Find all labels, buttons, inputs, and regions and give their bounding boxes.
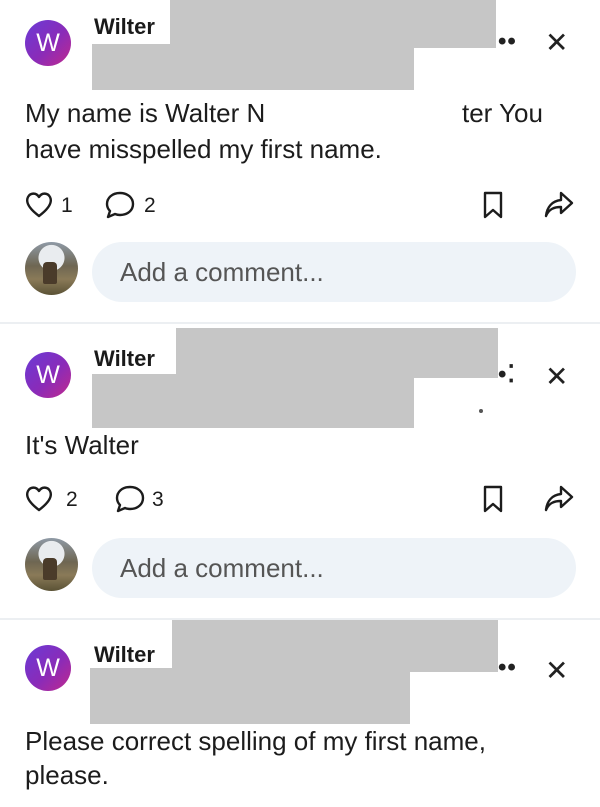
redaction-box: [300, 92, 460, 132]
share-arrow-icon[interactable]: [543, 484, 575, 514]
post-text: have misspelled my first name.: [25, 134, 382, 164]
redaction-box: [170, 0, 496, 48]
close-button[interactable]: ✕: [545, 654, 568, 687]
author-name[interactable]: Wilter: [94, 14, 155, 40]
author-name[interactable]: Wilter: [94, 346, 155, 372]
author-avatar[interactable]: W: [25, 645, 71, 691]
post-text: My name is Walter N: [25, 98, 266, 128]
more-options-button[interactable]: •⁚: [498, 360, 516, 389]
close-button[interactable]: ✕: [545, 26, 568, 59]
dot-artifact: [479, 409, 483, 413]
author-avatar[interactable]: W: [25, 20, 71, 66]
author-name[interactable]: Wilter: [94, 642, 155, 668]
bookmark-icon[interactable]: [481, 484, 505, 514]
more-options-button[interactable]: ••: [498, 654, 517, 682]
current-user-avatar: [25, 538, 78, 591]
redaction-box: [176, 328, 498, 378]
current-user-avatar: [25, 242, 78, 295]
author-avatar[interactable]: W: [25, 352, 71, 398]
share-arrow-icon[interactable]: [543, 190, 575, 220]
add-comment-input[interactable]: Add a comment...: [92, 242, 576, 302]
redaction-box: [90, 668, 410, 724]
like-count: 2: [66, 488, 78, 511]
post-2: W Wilter •⁚ ✕ It's Walter 2 3 Add a comm…: [0, 324, 600, 618]
comment-bubble-icon[interactable]: [104, 190, 136, 220]
add-comment-input[interactable]: Add a comment...: [92, 538, 576, 598]
post-text: Please correct spelling of my first name…: [25, 726, 486, 756]
redaction-box: [172, 620, 498, 672]
heart-icon[interactable]: [24, 485, 54, 513]
post-text: please.: [25, 760, 109, 790]
close-button[interactable]: ✕: [545, 360, 568, 393]
post-text: It's Walter: [25, 430, 139, 460]
redaction-box: [92, 44, 414, 90]
like-count: 1: [61, 194, 73, 217]
comment-count: 3: [152, 488, 164, 511]
comment-bubble-icon[interactable]: [114, 484, 146, 514]
more-options-button[interactable]: ••: [498, 28, 517, 56]
comment-count: 2: [144, 194, 156, 217]
post-text: ter You: [462, 98, 543, 128]
post-1: W Wilter •• ✕ My name is Walter N ter Yo…: [0, 0, 600, 322]
post-3: W Wilter •• ✕ Please correct spelling of…: [0, 620, 600, 807]
heart-icon[interactable]: [24, 191, 54, 219]
bookmark-icon[interactable]: [481, 190, 505, 220]
redaction-box: [92, 374, 414, 428]
